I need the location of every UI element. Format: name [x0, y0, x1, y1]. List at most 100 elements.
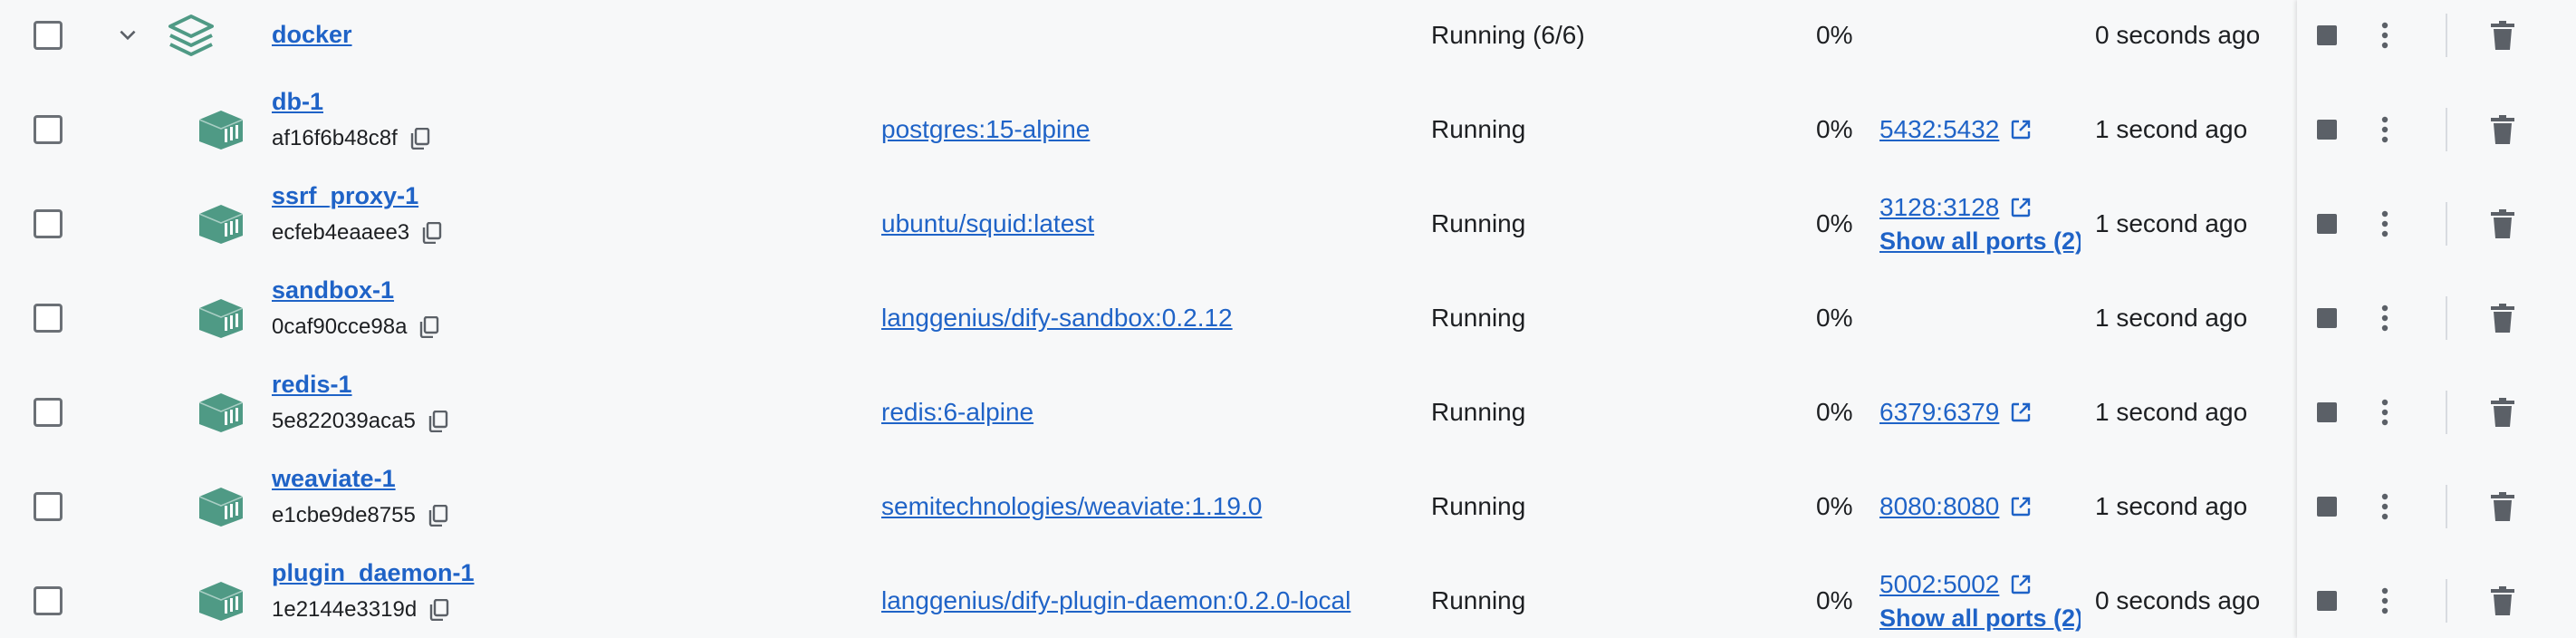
select-checkbox[interactable]: [34, 209, 62, 238]
more-vertical-icon[interactable]: [2381, 210, 2389, 237]
container-name-link[interactable]: db-1: [272, 88, 323, 116]
trash-icon[interactable]: [2491, 398, 2514, 427]
more-vertical-icon[interactable]: [2381, 399, 2389, 426]
external-link-icon[interactable]: [2010, 496, 2032, 517]
select-checkbox[interactable]: [34, 586, 62, 615]
container-id-text: 1e2144e3319d: [272, 597, 418, 622]
container-id: ecfeb4eaaee3: [272, 220, 442, 246]
container-row-plugin_daemon-1[interactable]: plugin_daemon-1 1e2144e3319d langgenius/…: [0, 554, 2576, 638]
container-cpu: 0%: [1816, 304, 1853, 332]
container-last-started: 1 second ago: [2095, 115, 2248, 143]
port-link[interactable]: 8080:8080: [1879, 492, 2032, 521]
stop-icon[interactable]: [2317, 497, 2337, 517]
select-checkbox[interactable]: [34, 398, 62, 427]
port-link[interactable]: 5432:5432: [1879, 115, 2032, 144]
external-link-icon[interactable]: [2010, 119, 2032, 140]
stop-icon[interactable]: [2317, 402, 2337, 422]
trash-icon[interactable]: [2491, 115, 2514, 144]
container-image-link[interactable]: redis:6-alpine: [881, 398, 1033, 427]
more-vertical-icon[interactable]: [2381, 587, 2389, 614]
copy-icon[interactable]: [419, 316, 439, 338]
containers-table: docker Running (6/6) 0% 0 seconds ago db…: [0, 0, 2576, 638]
container-cube-icon: [198, 299, 244, 338]
container-row-sandbox-1[interactable]: sandbox-1 0caf90cce98a langgenius/dify-s…: [0, 271, 2576, 365]
container-image-link[interactable]: langgenius/dify-plugin-daemon:0.2.0-loca…: [881, 586, 1350, 615]
container-cube-icon: [198, 488, 244, 527]
action-divider: [2446, 108, 2447, 151]
port-link[interactable]: 5002:5002: [1879, 570, 2032, 599]
stack-icon: [168, 14, 214, 56]
container-row-db-1[interactable]: db-1 af16f6b48c8f postgres:15-alpine Run…: [0, 82, 2576, 177]
stop-icon[interactable]: [2317, 25, 2337, 45]
group-name-link[interactable]: docker: [272, 21, 352, 49]
port-link[interactable]: 3128:3128: [1879, 193, 2032, 222]
more-vertical-icon[interactable]: [2381, 116, 2389, 143]
show-all-ports-link[interactable]: Show all ports (2): [1879, 604, 2081, 633]
stop-icon[interactable]: [2317, 591, 2337, 611]
external-link-icon[interactable]: [2010, 401, 2032, 423]
container-row-redis-1[interactable]: redis-1 5e822039aca5 redis:6-alpine Runn…: [0, 365, 2576, 459]
show-all-ports-link[interactable]: Show all ports (2): [1879, 227, 2081, 256]
container-row-ssrf_proxy-1[interactable]: ssrf_proxy-1 ecfeb4eaaee3 ubuntu/squid:l…: [0, 177, 2576, 271]
more-vertical-icon[interactable]: [2381, 22, 2389, 49]
container-row-weaviate-1[interactable]: weaviate-1 e1cbe9de8755 semitechnologies…: [0, 459, 2576, 554]
container-image-link[interactable]: langgenius/dify-sandbox:0.2.12: [881, 304, 1233, 333]
action-divider: [2446, 391, 2447, 434]
port-text[interactable]: 5002:5002: [1879, 570, 1999, 599]
trash-icon[interactable]: [2491, 209, 2514, 238]
container-status: Running: [1431, 209, 1526, 237]
container-id: 0caf90cce98a: [272, 314, 439, 340]
stop-icon[interactable]: [2317, 120, 2337, 140]
copy-icon[interactable]: [410, 128, 430, 150]
group-cpu: 0%: [1816, 21, 1853, 49]
more-vertical-icon[interactable]: [2381, 304, 2389, 332]
stop-icon[interactable]: [2317, 308, 2337, 328]
external-link-icon[interactable]: [2010, 197, 2032, 218]
container-cube-icon: [198, 393, 244, 432]
copy-icon[interactable]: [428, 505, 448, 527]
container-status: Running: [1431, 492, 1526, 520]
container-id: e1cbe9de8755: [272, 503, 448, 528]
port-text[interactable]: 8080:8080: [1879, 492, 1999, 521]
container-name-link[interactable]: weaviate-1: [272, 465, 396, 493]
port-text[interactable]: 5432:5432: [1879, 115, 1999, 144]
select-checkbox[interactable]: [34, 304, 62, 333]
container-name-link[interactable]: plugin_daemon-1: [272, 559, 475, 587]
container-image-link[interactable]: postgres:15-alpine: [881, 115, 1090, 144]
action-divider: [2446, 296, 2447, 340]
container-id: 1e2144e3319d: [272, 597, 449, 623]
container-name-link[interactable]: redis-1: [272, 371, 352, 399]
container-image-link[interactable]: semitechnologies/weaviate:1.19.0: [881, 492, 1262, 521]
container-cube-icon: [198, 205, 244, 244]
group-last-started: 0 seconds ago: [2095, 21, 2261, 49]
trash-icon[interactable]: [2491, 492, 2514, 521]
container-name-link[interactable]: sandbox-1: [272, 276, 394, 304]
port-link[interactable]: 6379:6379: [1879, 398, 2032, 427]
group-row-docker[interactable]: docker Running (6/6) 0% 0 seconds ago: [0, 0, 2576, 82]
select-checkbox[interactable]: [34, 115, 62, 144]
container-status: Running: [1431, 398, 1526, 426]
trash-icon[interactable]: [2491, 21, 2514, 50]
copy-icon[interactable]: [429, 599, 449, 621]
port-text[interactable]: 3128:3128: [1879, 193, 1999, 222]
container-last-started: 1 second ago: [2095, 398, 2248, 426]
container-name-link[interactable]: ssrf_proxy-1: [272, 182, 418, 210]
container-last-started: 1 second ago: [2095, 492, 2248, 520]
chevron-down-icon[interactable]: [116, 24, 139, 47]
stop-icon[interactable]: [2317, 214, 2337, 234]
container-status: Running: [1431, 304, 1526, 332]
external-link-icon[interactable]: [2010, 574, 2032, 595]
action-divider: [2446, 579, 2447, 623]
copy-icon[interactable]: [428, 411, 448, 432]
container-cpu: 0%: [1816, 492, 1853, 520]
trash-icon[interactable]: [2491, 586, 2514, 615]
select-checkbox[interactable]: [34, 21, 62, 50]
trash-icon[interactable]: [2491, 304, 2514, 333]
container-cpu: 0%: [1816, 209, 1853, 237]
port-text[interactable]: 6379:6379: [1879, 398, 1999, 427]
copy-icon[interactable]: [422, 222, 442, 244]
container-last-started: 1 second ago: [2095, 209, 2248, 237]
more-vertical-icon[interactable]: [2381, 493, 2389, 520]
container-image-link[interactable]: ubuntu/squid:latest: [881, 209, 1094, 238]
select-checkbox[interactable]: [34, 492, 62, 521]
